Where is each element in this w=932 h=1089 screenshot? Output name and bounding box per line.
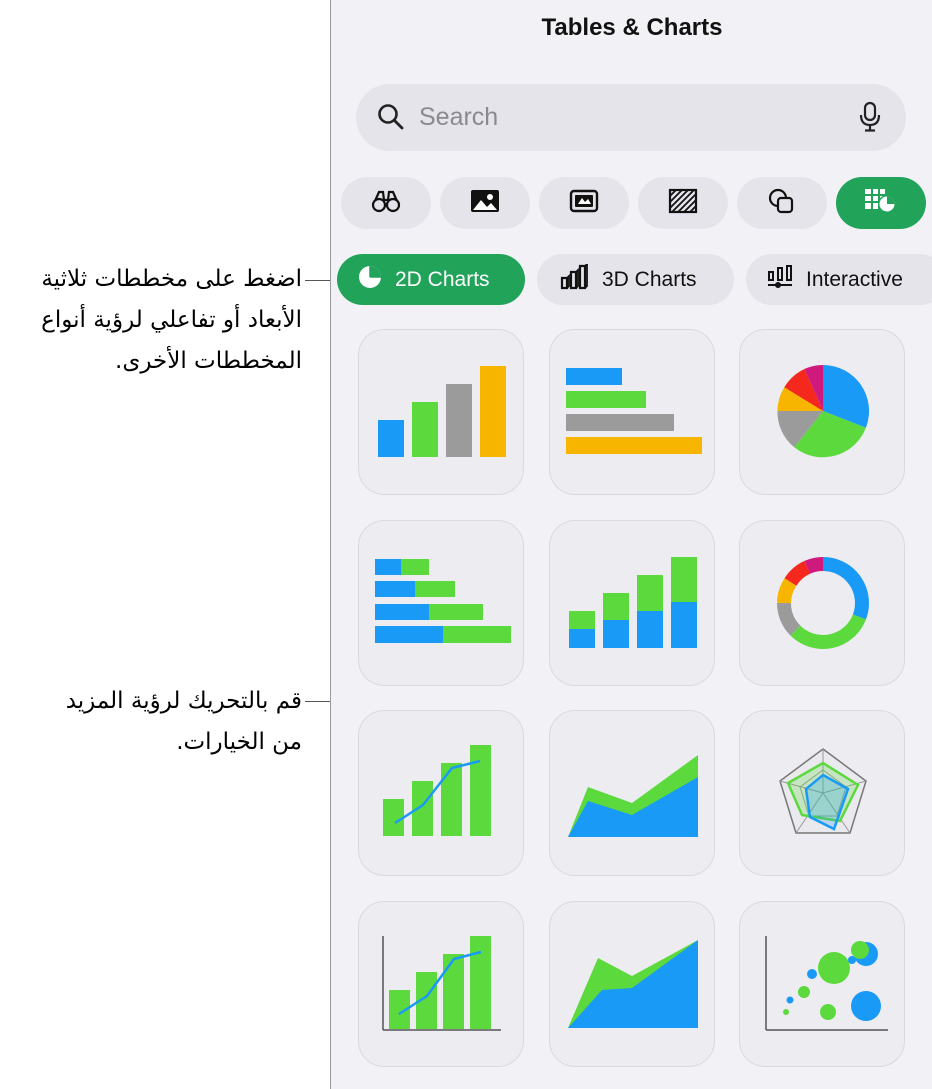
bar bbox=[378, 420, 404, 457]
media-icon bbox=[569, 189, 599, 218]
binoculars-icon bbox=[371, 189, 401, 218]
donut-segment bbox=[822, 557, 869, 620]
bar bbox=[480, 366, 506, 457]
stacked-area-chart-tile[interactable] bbox=[549, 901, 715, 1067]
search-input[interactable]: Search bbox=[419, 103, 498, 132]
bar bbox=[383, 799, 404, 836]
bar-segment bbox=[429, 604, 483, 620]
bar-segment bbox=[637, 575, 663, 611]
category-binoculars-button[interactable] bbox=[341, 177, 431, 229]
callout-line: المخططات الأخرى. bbox=[115, 348, 302, 374]
segment-2d-charts[interactable]: 2D Charts bbox=[337, 254, 525, 305]
bar-chart-tile[interactable] bbox=[549, 329, 715, 495]
bar-segment bbox=[415, 581, 455, 597]
bar bbox=[441, 763, 462, 836]
bar-segment bbox=[603, 620, 629, 648]
shapes-icon bbox=[767, 187, 797, 220]
area-chart-tile[interactable] bbox=[549, 710, 715, 876]
pie-chart-icon bbox=[357, 264, 395, 296]
callout-chart-types: اضغط على مخططات ثلاثية الأبعاد أو تفاعلي… bbox=[41, 259, 302, 382]
tables-charts-panel: Tables & Charts Search 2D Charts 3D Char… bbox=[330, 0, 932, 1089]
callout-line: اضغط على مخططات ثلاثية bbox=[41, 266, 302, 292]
bar bbox=[566, 368, 622, 385]
callout-scroll: قم بالتحريك لرؤية المزيد من الخيارات. bbox=[66, 681, 302, 763]
search-icon bbox=[376, 102, 406, 137]
bar-segment bbox=[375, 559, 401, 575]
donut-chart-tile[interactable] bbox=[739, 520, 905, 686]
line-column-chart-tile[interactable] bbox=[358, 710, 524, 876]
bubble bbox=[798, 986, 810, 998]
bar-segment bbox=[671, 602, 697, 648]
bar bbox=[566, 414, 674, 431]
donut-segment bbox=[804, 557, 824, 574]
bubble bbox=[851, 991, 881, 1021]
donut-segment bbox=[784, 560, 811, 587]
segment-label: Interactive bbox=[806, 267, 903, 291]
category-shapes-button[interactable] bbox=[737, 177, 827, 229]
stacked-column-chart-tile[interactable] bbox=[549, 520, 715, 686]
callout-line: من الخيارات. bbox=[176, 729, 302, 755]
bar-segment bbox=[443, 626, 511, 643]
bar-segment bbox=[569, 611, 595, 629]
stacked-bar-chart-tile[interactable] bbox=[358, 520, 524, 686]
pie-chart-tile[interactable] bbox=[739, 329, 905, 495]
category-media-button[interactable] bbox=[539, 177, 629, 229]
search-field[interactable]: Search bbox=[356, 84, 906, 151]
donut-segment bbox=[776, 602, 801, 636]
bubble bbox=[807, 969, 817, 979]
bubble bbox=[818, 952, 850, 984]
segment-3d-charts[interactable]: 3D Charts bbox=[537, 254, 734, 305]
donut-segment bbox=[777, 578, 797, 604]
photo-icon bbox=[470, 189, 500, 218]
bubble bbox=[783, 1009, 789, 1015]
bubble bbox=[786, 996, 794, 1004]
callout-line: الأبعاد أو تفاعلي لرؤية أنواع bbox=[41, 307, 302, 333]
pattern-icon bbox=[668, 188, 698, 219]
bar bbox=[412, 402, 438, 457]
category-patterns-button[interactable] bbox=[638, 177, 728, 229]
bar-segment bbox=[375, 581, 415, 597]
interactive-chart-icon bbox=[766, 264, 806, 296]
axis-line-column-chart-tile[interactable] bbox=[358, 901, 524, 1067]
bar bbox=[446, 384, 472, 457]
series-line bbox=[394, 759, 481, 825]
bar-segment bbox=[375, 604, 429, 620]
bar bbox=[566, 437, 702, 454]
segment-label: 3D Charts bbox=[602, 267, 697, 291]
bar bbox=[443, 954, 464, 1029]
bar-segment bbox=[375, 626, 443, 643]
bar bbox=[470, 936, 491, 1029]
segment-label: 2D Charts bbox=[395, 267, 490, 291]
bar-segment bbox=[401, 559, 429, 575]
bubble bbox=[820, 1004, 836, 1020]
segment-interactive[interactable]: Interactive bbox=[746, 254, 932, 305]
table-chart-icon bbox=[864, 188, 898, 219]
bubble-chart-tile[interactable] bbox=[739, 901, 905, 1067]
category-photos-button[interactable] bbox=[440, 177, 530, 229]
bubble bbox=[851, 941, 869, 959]
bar-segment bbox=[569, 629, 595, 648]
bar bbox=[470, 745, 491, 836]
callout-line: قم بالتحريك لرؤية المزيد bbox=[65, 688, 302, 714]
category-tables-charts-button[interactable] bbox=[836, 177, 926, 229]
bar bbox=[412, 781, 433, 836]
microphone-icon[interactable] bbox=[858, 101, 882, 138]
series-line bbox=[398, 950, 482, 1016]
3d-bar-chart-icon bbox=[560, 261, 602, 296]
donut-segment bbox=[790, 614, 866, 650]
bar-segment bbox=[637, 611, 663, 648]
bar-segment bbox=[671, 557, 697, 602]
panel-title: Tables & Charts bbox=[541, 14, 723, 41]
radar-chart-tile[interactable] bbox=[739, 710, 905, 876]
column-chart-tile[interactable] bbox=[358, 329, 524, 495]
bar-segment bbox=[603, 593, 629, 620]
bar bbox=[566, 391, 646, 408]
